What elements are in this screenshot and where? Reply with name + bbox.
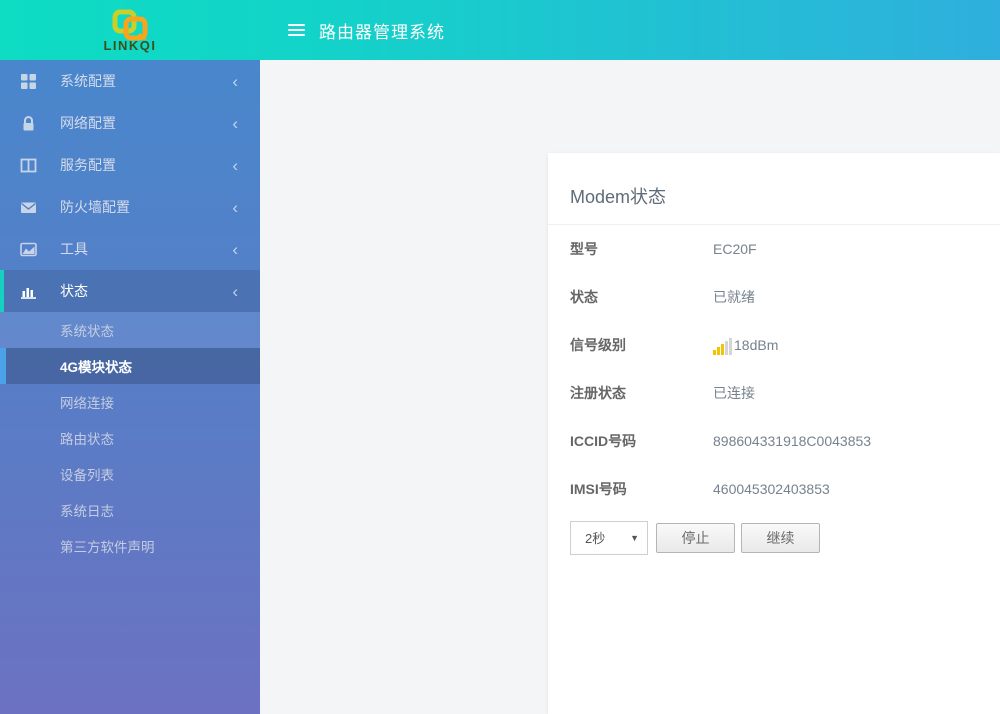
app-title: 路由器管理系统 — [319, 22, 445, 42]
signal-bars-icon — [713, 337, 733, 355]
chevron-left-icon: ‹ — [232, 197, 238, 217]
field-value: EC20F — [713, 241, 757, 257]
sidebar: 系统配置 ‹ 网络配置 ‹ 服务配置 ‹ 防火墙配置 ‹ 工具 ‹ 状态 ‹ 系… — [0, 60, 260, 714]
sidebar-item-label: 服务配置 — [60, 157, 116, 173]
sidebar-subitem-system-status[interactable]: 系统状态 — [0, 312, 260, 348]
chevron-left-icon: ‹ — [232, 239, 238, 259]
sidebar-item-service-config[interactable]: 服务配置 ‹ — [0, 144, 260, 186]
sidebar-subitem-label: 系统日志 — [60, 504, 114, 519]
card-title: Modem状态 — [570, 187, 667, 207]
field-label: 注册状态 — [570, 385, 626, 401]
chart-area-icon — [20, 242, 37, 256]
chevron-left-icon: ‹ — [232, 155, 238, 175]
sidebar-subitem-route-status[interactable]: 路由状态 — [0, 420, 260, 456]
refresh-interval-select[interactable]: 2秒 — [570, 521, 648, 555]
bar-chart-icon — [21, 287, 36, 299]
field-value: 已就绪 — [713, 289, 755, 305]
sidebar-item-label: 工具 — [60, 241, 88, 257]
card-header: Modem状态 — [548, 153, 1000, 225]
sidebar-item-network-config[interactable]: 网络配置 ‹ — [0, 102, 260, 144]
sidebar-item-tools[interactable]: 工具 ‹ — [0, 228, 260, 270]
sidebar-item-status[interactable]: 状态 ‹ — [0, 270, 260, 312]
stop-button[interactable]: 停止 — [656, 523, 735, 553]
columns-icon — [20, 158, 37, 172]
chevron-left-icon: ‹ — [232, 281, 238, 301]
field-row-iccid: ICCID号码 898604331918C0043853 — [548, 417, 1000, 465]
sidebar-item-label: 网络配置 — [60, 115, 116, 131]
envelope-icon — [21, 202, 36, 213]
field-value: 18dBm — [713, 337, 779, 355]
sidebar-subitem-label: 系统状态 — [60, 324, 114, 339]
sidebar-subitem-label: 设备列表 — [60, 468, 114, 483]
field-row-signal-level: 信号级别 18dBm — [548, 321, 1000, 369]
sidebar-subitem-label: 4G模块状态 — [60, 360, 133, 375]
refresh-controls: 2秒 ▼ 停止 继续 — [548, 521, 1000, 555]
grid-icon — [21, 73, 36, 89]
field-label: IMSI号码 — [570, 481, 627, 497]
sidebar-item-system-config[interactable]: 系统配置 ‹ — [0, 60, 260, 102]
field-value: 898604331918C0043853 — [713, 433, 872, 449]
field-value: 460045302403853 — [713, 481, 830, 497]
signal-value-text: 18dBm — [734, 337, 779, 353]
chevron-left-icon: ‹ — [232, 71, 238, 91]
field-label: 状态 — [570, 289, 598, 305]
sidebar-subitem-system-log[interactable]: 系统日志 — [0, 492, 260, 528]
sidebar-item-firewall-config[interactable]: 防火墙配置 ‹ — [0, 186, 260, 228]
sidebar-subitem-network-connection[interactable]: 网络连接 — [0, 384, 260, 420]
sidebar-subitem-third-party-notice[interactable]: 第三方软件声明 — [0, 528, 260, 564]
modem-status-card: Modem状态 型号 EC20F 状态 已就绪 信号级别 18dBm 注册状态 … — [548, 153, 1000, 714]
sidebar-item-label: 状态 — [60, 283, 88, 299]
field-value: 已连接 — [713, 385, 755, 401]
sidebar-subitem-label: 路由状态 — [60, 432, 114, 447]
topbar: 路由器管理系统 — [260, 0, 1000, 60]
chevron-left-icon: ‹ — [232, 113, 238, 133]
sidebar-item-label: 系统配置 — [60, 73, 116, 89]
field-label: ICCID号码 — [570, 433, 637, 449]
field-row-imsi: IMSI号码 460045302403853 — [548, 465, 1000, 513]
linkqi-logo-icon — [112, 9, 148, 40]
sidebar-subitem-4g-module-status[interactable]: 4G模块状态 — [0, 348, 260, 384]
sidebar-subitem-device-list[interactable]: 设备列表 — [0, 456, 260, 492]
field-label: 信号级别 — [570, 337, 626, 353]
field-row-registration-status: 注册状态 已连接 — [548, 369, 1000, 417]
field-row-status: 状态 已就绪 — [548, 273, 1000, 321]
continue-button[interactable]: 继续 — [741, 523, 820, 553]
brand-name: LINKQI — [103, 37, 157, 53]
main-content-area: Modem状态 型号 EC20F 状态 已就绪 信号级别 18dBm 注册状态 … — [260, 60, 1000, 714]
brand-logo: LINKQI — [0, 0, 260, 60]
field-label: 型号 — [570, 241, 598, 257]
sidebar-item-label: 防火墙配置 — [60, 199, 130, 215]
field-row-model: 型号 EC20F — [548, 225, 1000, 273]
sidebar-subitem-label: 第三方软件声明 — [60, 540, 155, 555]
lock-icon — [23, 115, 34, 130]
sidebar-subitem-label: 网络连接 — [60, 396, 114, 411]
app-header: LINKQI 路由器管理系统 — [0, 0, 1000, 60]
hamburger-menu-icon[interactable] — [288, 21, 305, 39]
